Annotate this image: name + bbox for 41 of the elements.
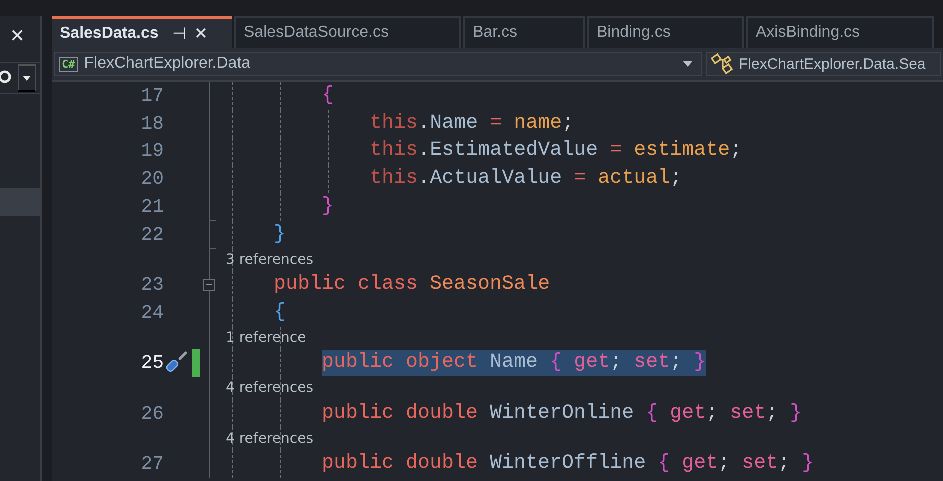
code-line: public class SeasonSale [274, 272, 550, 298]
line-number: 25 [140, 352, 164, 374]
code-line: this.Name = name; [370, 110, 574, 137]
line-number: 19 [140, 140, 164, 162]
line-number: 21 [140, 196, 164, 218]
close-icon[interactable]: ✕ [194, 24, 208, 44]
line-number: 22 [140, 224, 164, 246]
line-number: 24 [140, 302, 164, 324]
collapse-icon[interactable] [203, 279, 215, 292]
type-dropdown[interactable]: FlexChartExplorer.Data.Sea [706, 52, 941, 76]
line-number: 23 [140, 274, 164, 296]
line-number: 17 [140, 84, 164, 107]
file-tab[interactable]: Binding.cs [587, 16, 744, 48]
file-tab[interactable]: AxisBinding.cs [746, 16, 934, 48]
code-line: public double WinterOffline { get; set; } [322, 450, 814, 477]
code-line: public double WinterOnline { get; set; } [322, 400, 802, 427]
codelens-link[interactable]: 1 reference [226, 330, 306, 346]
caret-icon [683, 61, 693, 67]
code-line: { [322, 82, 334, 109]
csharp-project-icon: C# [59, 56, 78, 72]
dropdown-button[interactable] [18, 64, 36, 92]
codelens-link[interactable]: 4 references [226, 430, 314, 447]
file-tab[interactable]: SalesData.cs ⊣ ✕ [52, 16, 232, 48]
code-line: { [274, 300, 286, 326]
line-number: 26 [140, 402, 164, 425]
caret-icon [23, 76, 31, 80]
codelens-link[interactable]: 3 references [226, 252, 314, 268]
code-line: } [322, 194, 334, 220]
codelens-link[interactable]: 4 references [226, 380, 314, 396]
code-line: } [274, 222, 286, 248]
file-tab[interactable]: SalesDataSource.cs [234, 16, 461, 48]
line-number: 18 [140, 112, 164, 135]
code-line: this.ActualValue = actual; [370, 166, 682, 192]
line-number: 20 [140, 168, 164, 190]
close-button[interactable]: ✕ [0, 16, 40, 50]
project-dropdown[interactable]: C# FlexChartExplorer.Data [54, 52, 702, 76]
code-line: this.EstimatedValue = estimate; [370, 138, 742, 164]
line-number: 27 [140, 452, 164, 475]
pin-icon[interactable]: ⊣ [172, 24, 187, 44]
class-icon [711, 53, 735, 75]
file-tab[interactable]: Bar.cs [463, 16, 585, 48]
